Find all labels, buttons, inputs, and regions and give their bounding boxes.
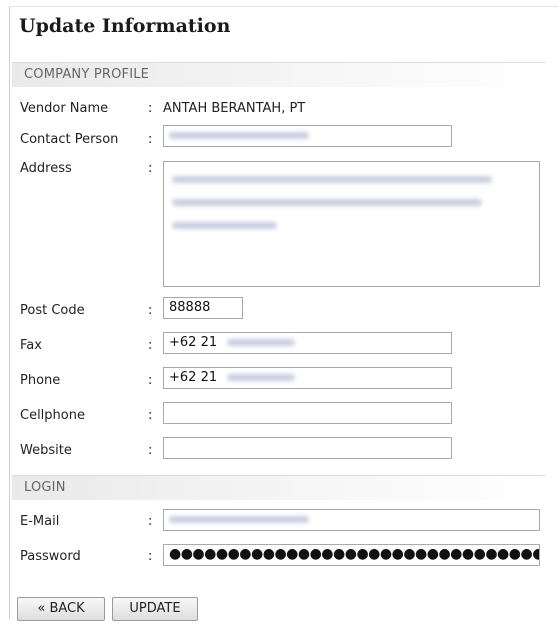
- colon: :: [148, 408, 153, 423]
- update-button[interactable]: UPDATE: [112, 597, 198, 621]
- phone-label: Phone: [20, 373, 61, 388]
- address-textarea[interactable]: [163, 161, 540, 287]
- colon: :: [148, 161, 153, 176]
- contact-person-label: Contact Person: [20, 132, 119, 147]
- colon: :: [148, 443, 153, 458]
- vendor-name-value: ANTAH BERANTAH, PT: [163, 101, 306, 116]
- vendor-name-label: Vendor Name: [20, 101, 109, 116]
- website-field[interactable]: [163, 437, 452, 459]
- section-heading: LOGIN: [24, 480, 66, 495]
- website-label: Website: [20, 443, 72, 458]
- colon: :: [148, 514, 153, 529]
- post-code-field[interactable]: 88888: [163, 297, 243, 319]
- colon: :: [148, 132, 153, 147]
- fax-field[interactable]: +62 21: [163, 332, 452, 354]
- colon: :: [148, 338, 153, 353]
- phone-value: +62 21: [169, 370, 218, 385]
- address-label: Address: [20, 161, 72, 176]
- post-code-value: 88888: [169, 300, 211, 315]
- colon: :: [148, 303, 153, 318]
- post-code-label: Post Code: [20, 303, 85, 318]
- password-label: Password: [20, 549, 81, 564]
- fax-value: +62 21: [169, 335, 218, 350]
- contact-person-field[interactable]: [163, 125, 452, 147]
- cellphone-label: Cellphone: [20, 408, 85, 423]
- section-heading: COMPANY PROFILE: [24, 67, 150, 82]
- password-field[interactable]: ●●●●●●●●●●●●●●●●●●●●●●●●●●●●●●●●: [163, 544, 540, 566]
- phone-field[interactable]: +62 21: [163, 367, 452, 389]
- company-profile-section-header: COMPANY PROFILE: [12, 62, 546, 87]
- colon: :: [148, 549, 153, 564]
- email-label: E-Mail: [20, 514, 60, 529]
- email-field[interactable]: [163, 509, 540, 531]
- colon: :: [148, 101, 153, 116]
- login-section-header: LOGIN: [12, 475, 546, 500]
- fax-label: Fax: [20, 338, 42, 353]
- cellphone-field[interactable]: [163, 402, 452, 424]
- page-title: Update Information: [19, 15, 231, 37]
- colon: :: [148, 373, 153, 388]
- password-value: ●●●●●●●●●●●●●●●●●●●●●●●●●●●●●●●●: [169, 546, 540, 562]
- back-button[interactable]: « BACK: [17, 597, 105, 621]
